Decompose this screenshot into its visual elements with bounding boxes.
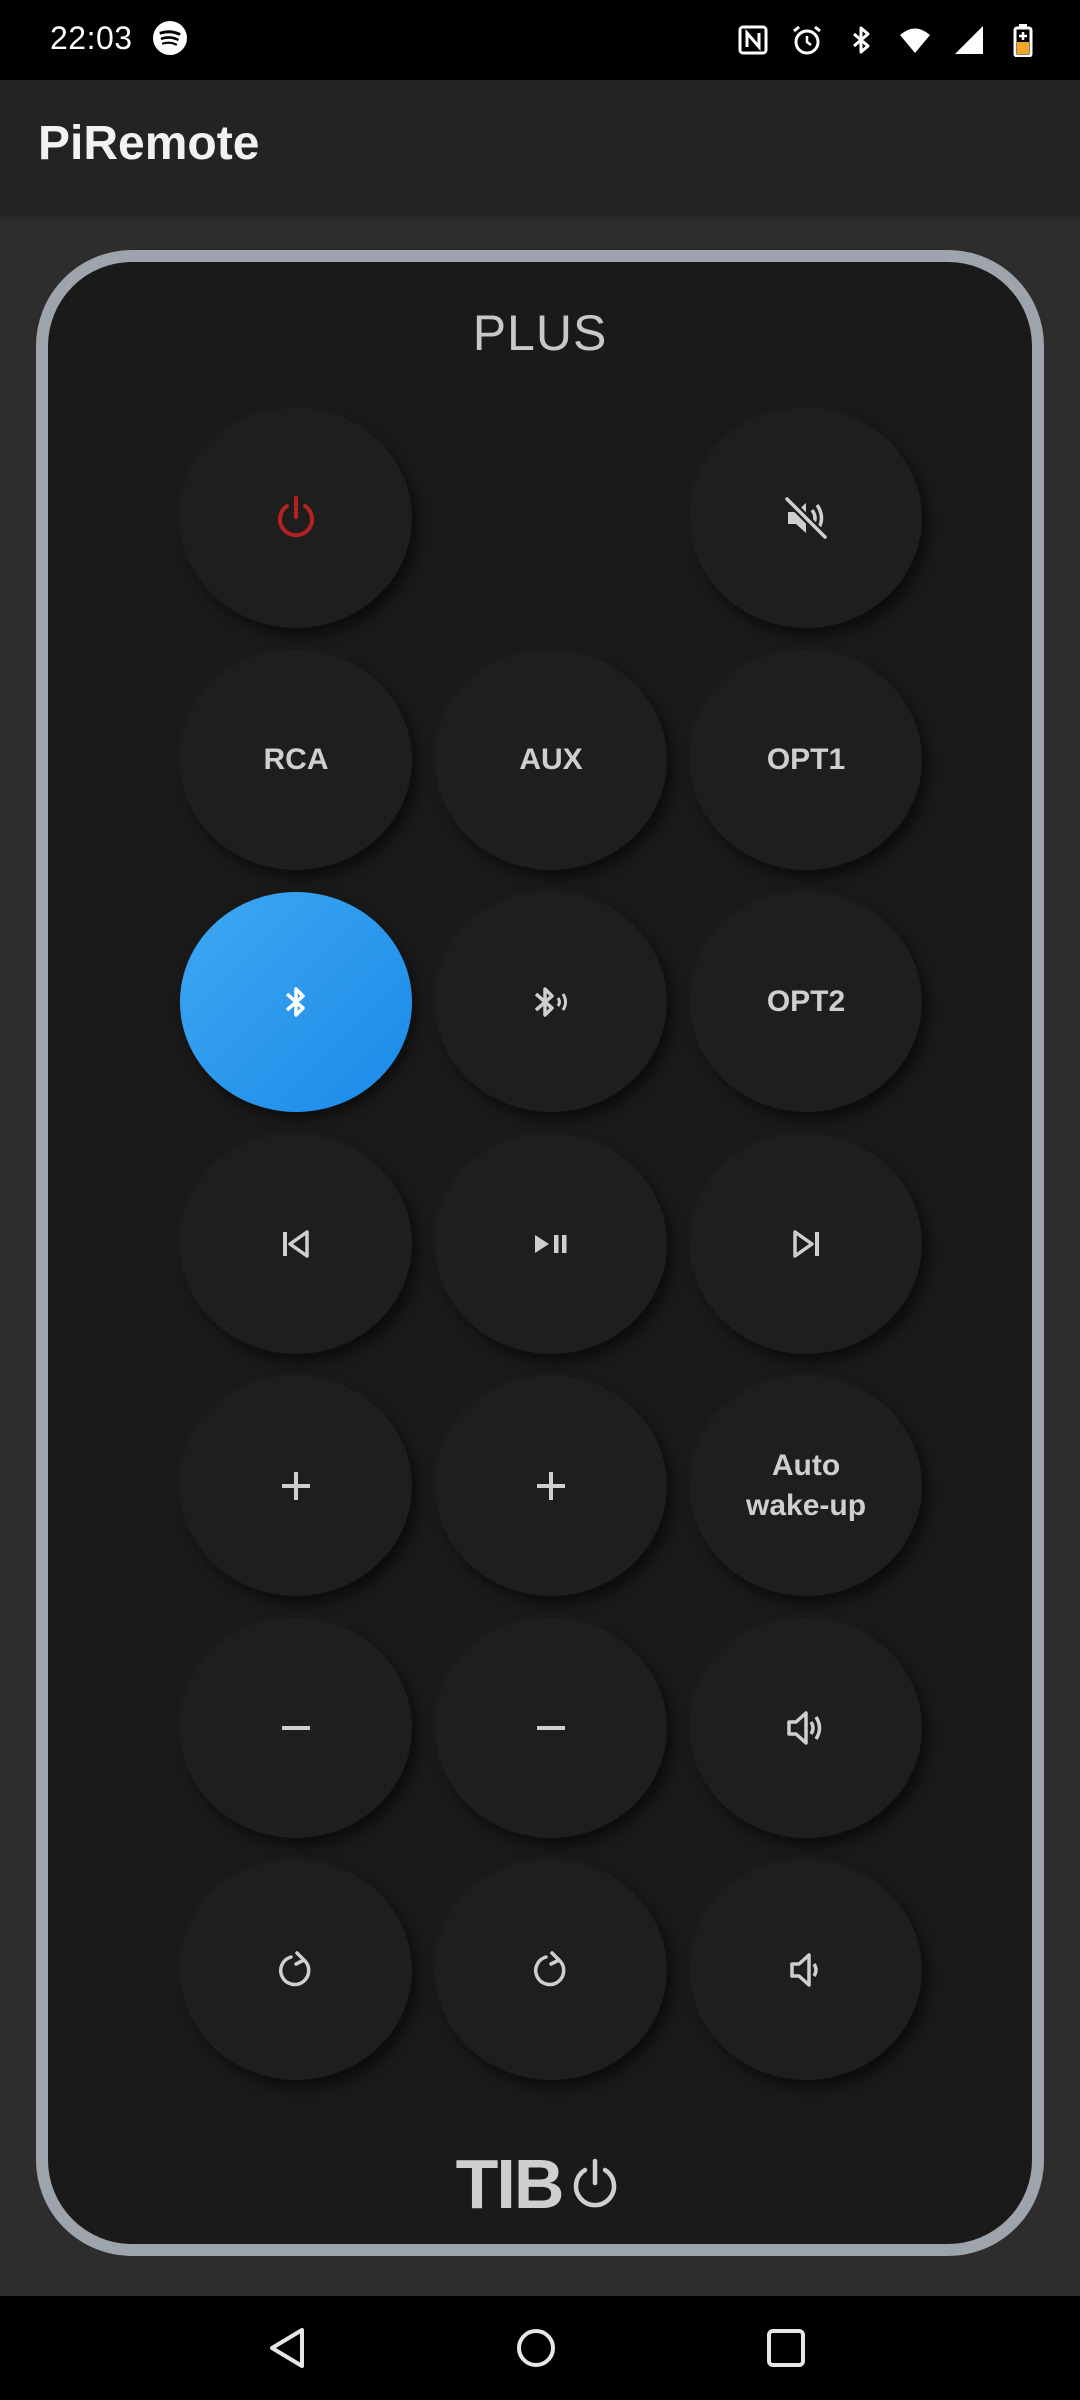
minus-icon [537,1726,565,1730]
reset-icon [278,1951,311,1987]
brand-logo: TIB [48,2144,1032,2224]
remote-panel: PLUS RCA AUX OPT1 OPT2 Auto wake-up TIB [36,250,1044,2256]
volume-down-icon [790,1953,818,1987]
brand-logo-text: TIB [455,2145,565,2223]
aux-label: AUX [519,743,583,776]
reset-middle-button[interactable] [435,1860,667,2080]
rca-label: RCA [263,743,329,776]
mute-button[interactable] [690,408,922,628]
play-pause-button[interactable] [435,1134,667,1354]
plus-icon [282,1472,310,1500]
system-nav-bar [0,2296,1080,2400]
opt1-label: OPT1 [766,743,846,776]
back-icon[interactable] [262,2322,314,2374]
volume-up-icon [787,1711,822,1745]
recents-icon[interactable] [760,2322,812,2374]
bluetooth-audio-icon [534,987,567,1017]
minus-icon [282,1726,310,1730]
wifi-icon [898,23,932,57]
plus-icon [537,1472,565,1500]
bluetooth-icon [285,987,305,1017]
reset-left-button[interactable] [180,1860,412,2080]
power-icon [278,496,314,538]
auto-wakeup-label-line2: wake-up [745,1489,867,1522]
logo-power-icon [574,2158,617,2208]
next-button[interactable] [690,1134,922,1354]
reset-icon [533,1951,566,1987]
volume-up-button[interactable] [690,1618,922,1838]
skip-previous-icon [283,1230,309,1258]
volume-down-button[interactable] [690,1860,922,2080]
signal-icon [952,23,986,57]
volume-minus-middle-button[interactable] [435,1618,667,1838]
spotify-icon [152,20,188,56]
battery-icon [1006,23,1040,58]
volume-plus-left-button[interactable] [180,1376,412,1596]
app-bar: PiRemote [0,80,1080,214]
opt2-label: OPT2 [766,985,846,1018]
power-button[interactable] [180,408,412,628]
nfc-icon [736,23,770,57]
volume-off-icon [784,496,828,540]
bluetooth-icon [844,23,878,57]
volume-plus-middle-button[interactable] [435,1376,667,1596]
bluetooth-audio-button[interactable] [435,892,667,1112]
aux-button[interactable]: AUX [435,650,667,870]
status-time: 22:03 [50,20,133,56]
previous-button[interactable] [180,1134,412,1354]
bluetooth-button[interactable] [180,892,412,1112]
auto-wakeup-button[interactable]: Auto wake-up [690,1376,922,1596]
alarm-icon [790,23,824,57]
app-title: PiRemote [38,117,260,170]
rca-button[interactable]: RCA [180,650,412,870]
volume-minus-left-button[interactable] [180,1618,412,1838]
remote-title: PLUS [472,305,608,361]
home-icon[interactable] [510,2322,562,2374]
auto-wakeup-label-line1: Auto [771,1449,841,1482]
play-pause-icon [535,1235,567,1253]
skip-next-icon [793,1230,819,1258]
opt2-button[interactable]: OPT2 [690,892,922,1112]
opt1-button[interactable]: OPT1 [690,650,922,870]
status-bar: 22:03 [0,0,1080,80]
